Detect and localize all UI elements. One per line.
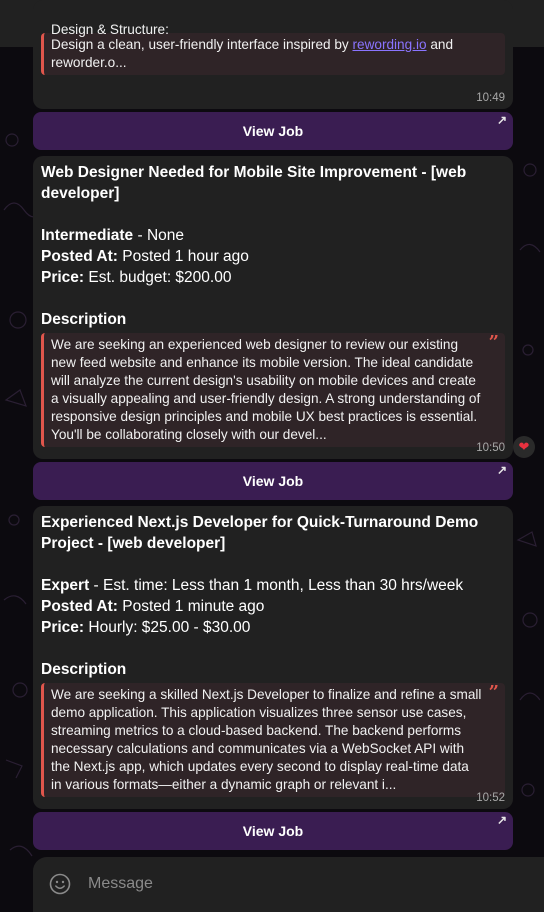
view-job-button[interactable]: View Job ↗	[33, 462, 513, 500]
posted-label: Posted At:	[41, 598, 118, 615]
posted-value: Posted 1 minute ago	[117, 598, 265, 615]
description-label: Description	[41, 661, 127, 678]
job-posted: Posted At: Posted 1 minute ago	[41, 596, 505, 617]
message-time: 10:49	[476, 92, 505, 104]
external-link-icon: ↗	[496, 463, 507, 477]
job-message-3: Experienced Next.js Developer for Quick-…	[33, 506, 513, 809]
job-level: Expert - Est. time: Less than 1 month, L…	[41, 575, 505, 596]
job-description-quote: ” We are seeking a skilled Next.js Devel…	[41, 683, 505, 797]
description-label: Description	[41, 311, 127, 328]
job-message-1: Design & Structure: Design a clean, user…	[33, 0, 513, 109]
job-title: Experienced Next.js Developer for Quick-…	[41, 514, 479, 552]
level-label: Expert	[41, 577, 90, 594]
heart-reaction-icon[interactable]: ❤	[513, 436, 535, 458]
external-link-icon: ↗	[496, 113, 507, 127]
job-price: Price: Est. budget: $200.00	[41, 267, 505, 288]
view-job-label: View Job	[242, 473, 304, 489]
posted-value: Posted 1 hour ago	[117, 248, 249, 265]
partial-heading: Design & Structure:	[51, 22, 169, 37]
price-value: Est. budget: $200.00	[84, 269, 232, 286]
posted-label: Posted At:	[41, 248, 118, 265]
view-job-button[interactable]: View Job ↗	[33, 812, 513, 850]
job-description: We are seeking a skilled Next.js Develop…	[51, 687, 482, 792]
external-link-icon: ↗	[496, 813, 507, 827]
job-description-quote: ” We are seeking an experienced web desi…	[41, 333, 505, 447]
price-value: Hourly: $25.00 - $30.00	[84, 619, 251, 636]
job-description-quote: Design & Structure: Design a clean, user…	[41, 22, 505, 75]
job-level: Intermediate - None	[41, 225, 505, 246]
level-detail: - Est. time: Less than 1 month, Less tha…	[89, 577, 464, 594]
job-posted: Posted At: Posted 1 hour ago	[41, 246, 505, 267]
rewording-link[interactable]: rewording.io	[352, 37, 426, 52]
quote-icon: ”	[488, 332, 499, 353]
view-job-label: View Job	[242, 823, 304, 839]
emoji-icon[interactable]	[49, 873, 71, 895]
job-message-2: Web Designer Needed for Mobile Site Impr…	[33, 156, 513, 459]
quote-icon: ”	[488, 682, 499, 703]
view-job-label: View Job	[242, 123, 304, 139]
job-description: We are seeking an experienced web design…	[51, 337, 481, 442]
price-label: Price:	[41, 269, 85, 286]
message-time: 10:52	[476, 792, 505, 804]
message-time: 10:50	[476, 442, 505, 454]
job-title: Web Designer Needed for Mobile Site Impr…	[41, 164, 467, 202]
level-label: Intermediate	[41, 227, 134, 244]
view-job-button[interactable]: View Job ↗	[33, 112, 513, 150]
message-composer[interactable]: Message	[33, 857, 544, 912]
job-price: Price: Hourly: $25.00 - $30.00	[41, 617, 505, 638]
price-label: Price:	[41, 619, 85, 636]
level-detail: - None	[133, 227, 185, 244]
quote-text: Design a clean, user-friendly interface …	[51, 37, 353, 52]
message-input[interactable]: Message	[88, 875, 153, 893]
